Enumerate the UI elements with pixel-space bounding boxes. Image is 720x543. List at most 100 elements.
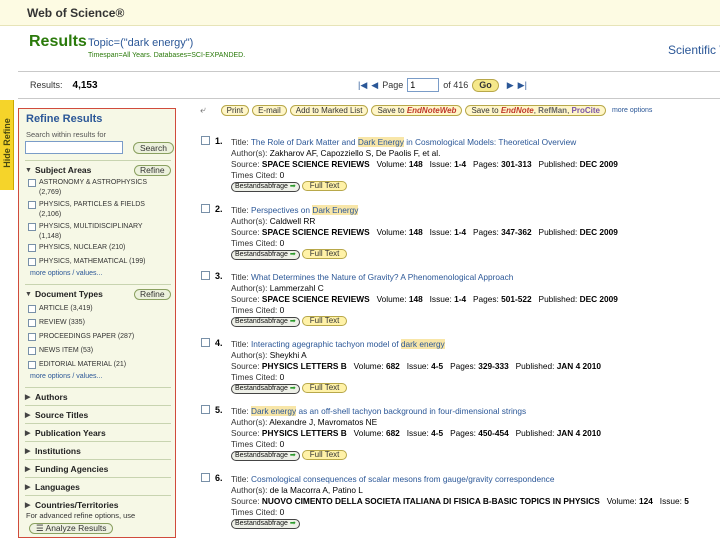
- record-checkbox[interactable]: [201, 473, 210, 482]
- record-title-line: Title: Cosmological consequences of scal…: [231, 474, 555, 484]
- record-actions: Bestandsabfrage ➡ Full Text: [231, 449, 348, 461]
- record-times-cited: Times Cited: 0: [231, 170, 285, 180]
- bestandsabfrage-button[interactable]: Bestandsabfrage ➡: [231, 317, 300, 327]
- authors-header[interactable]: ▶ Authors: [25, 391, 68, 403]
- doctype-checkbox[interactable]: [28, 319, 36, 327]
- document-types-header[interactable]: ▼ Document Types: [25, 288, 103, 300]
- select-arrow-icon: ⤶: [200, 105, 206, 116]
- record-6: 6. Title: Cosmological consequences of s…: [200, 472, 720, 532]
- more-options-link[interactable]: more options / values...: [30, 373, 102, 380]
- refine-doctype-button[interactable]: Refine: [134, 289, 171, 300]
- record-authors: Author(s): Alexandre J, Mavromatos NE: [231, 417, 378, 427]
- record-title-link[interactable]: What Determines the Nature of Gravity? A…: [251, 272, 513, 282]
- brand-logo: Scientific W: [668, 43, 720, 57]
- analyze-results-button[interactable]: ☰ Analyze Results: [29, 523, 114, 534]
- print-button[interactable]: Print: [220, 105, 250, 116]
- record-checkbox[interactable]: [201, 136, 210, 145]
- record-authors: Author(s): Lammerzahl C: [231, 283, 324, 293]
- record-number: 4.: [215, 338, 223, 348]
- record-title-link[interactable]: Perspectives on Dark Energy: [251, 205, 359, 215]
- add-to-marked-list-button[interactable]: Add to Marked List: [289, 105, 369, 116]
- bestandsabfrage-button[interactable]: Bestandsabfrage ➡: [231, 250, 300, 260]
- doctype-checkbox[interactable]: [28, 333, 36, 341]
- search-within-input[interactable]: [25, 141, 123, 154]
- record-title-link[interactable]: The Role of Dark Matter and Dark Energy …: [251, 137, 576, 147]
- record-number: 2.: [215, 204, 223, 214]
- divider: [25, 459, 171, 460]
- results-label: Results:: [30, 80, 63, 90]
- divider: [25, 284, 171, 285]
- expand-arrow-icon: ▶: [25, 448, 31, 455]
- search-topic: Topic=("dark energy"): [88, 37, 194, 49]
- record-title-link[interactable]: Cosmological consequences of scalar meso…: [251, 474, 554, 484]
- more-options-link[interactable]: more options: [612, 107, 652, 114]
- advanced-refine-note: For advanced refine options, use: [26, 511, 136, 520]
- divider: [25, 160, 171, 161]
- analyze-icon: ☰: [36, 523, 44, 533]
- search-button[interactable]: Search: [133, 142, 174, 154]
- doctype-checkbox[interactable]: [28, 347, 36, 355]
- bestandsabfrage-button[interactable]: Bestandsabfrage ➡: [231, 451, 300, 461]
- prev-page-icon[interactable]: ◀: [371, 80, 378, 91]
- full-text-button[interactable]: Full Text: [301, 383, 348, 393]
- doctype-option: PROCEEDINGS PAPER (287): [39, 333, 135, 340]
- bestandsabfrage-button[interactable]: Bestandsabfrage ➡: [231, 384, 300, 394]
- app-brand[interactable]: Web of Science®: [27, 6, 124, 20]
- record-number: 5.: [215, 405, 223, 415]
- hide-refine-tab[interactable]: Hide Refine: [0, 100, 14, 190]
- subject-option: PHYSICS, MATHEMATICAL (199): [39, 258, 146, 265]
- source-titles-header[interactable]: ▶ Source Titles: [25, 409, 88, 421]
- subject-checkbox[interactable]: [28, 244, 36, 252]
- record-authors: Author(s): Sheykhi A: [231, 350, 307, 360]
- publication-years-header[interactable]: ▶ Publication Years: [25, 427, 106, 439]
- next-page-icon[interactable]: ▶: [507, 80, 514, 91]
- divider: [25, 405, 171, 406]
- record-checkbox[interactable]: [201, 405, 210, 414]
- record-times-cited: Times Cited: 0: [231, 238, 285, 248]
- subject-areas-label: Subject Areas: [35, 165, 92, 175]
- funding-agencies-header[interactable]: ▶ Funding Agencies: [25, 463, 108, 475]
- full-text-button[interactable]: Full Text: [301, 249, 348, 259]
- subject-checkbox[interactable]: [28, 201, 36, 209]
- record-source: Source: SPACE SCIENCE REVIEWS Volume: 14…: [231, 227, 618, 237]
- more-options-link[interactable]: more options / values...: [30, 270, 102, 277]
- full-text-button[interactable]: Full Text: [301, 450, 348, 460]
- record-authors: Author(s): Caldwell RR: [231, 216, 316, 226]
- last-page-icon[interactable]: ▶|: [518, 80, 527, 91]
- divider: [18, 98, 720, 99]
- save-endnote-refman-procite-button[interactable]: Save to EndNote, RefMan, ProCite: [465, 105, 606, 116]
- record-source: Source: PHYSICS LETTERS B Volume: 682 Is…: [231, 361, 601, 371]
- countries-header[interactable]: ▶ Countries/Territories: [25, 499, 118, 511]
- page-total: of 416: [443, 80, 469, 90]
- record-checkbox[interactable]: [201, 338, 210, 347]
- subject-areas-header[interactable]: ▼ Subject Areas: [25, 164, 91, 176]
- doctype-checkbox[interactable]: [28, 361, 36, 369]
- refine-subject-button[interactable]: Refine: [134, 165, 171, 176]
- full-text-button[interactable]: Full Text: [301, 181, 348, 191]
- subject-option: PHYSICS, MULTIDISCIPLINARY (1,148): [39, 223, 143, 240]
- email-button[interactable]: E-mail: [252, 105, 287, 116]
- subject-checkbox[interactable]: [28, 258, 36, 266]
- bestandsabfrage-button[interactable]: Bestandsabfrage ➡: [231, 182, 300, 192]
- record-checkbox[interactable]: [201, 271, 210, 280]
- record-actions: Bestandsabfrage ➡ Full Text: [231, 382, 348, 394]
- expand-arrow-icon: ▶: [25, 412, 31, 419]
- bestandsabfrage-button[interactable]: Bestandsabfrage ➡: [231, 519, 300, 529]
- divider: [25, 477, 171, 478]
- languages-header[interactable]: ▶ Languages: [25, 481, 80, 493]
- subject-checkbox[interactable]: [28, 179, 36, 187]
- record-title-link[interactable]: Interacting agegraphic tachyon model of …: [251, 339, 445, 349]
- record-checkbox[interactable]: [201, 204, 210, 213]
- first-page-icon[interactable]: |◀: [358, 80, 367, 91]
- full-text-button[interactable]: Full Text: [301, 316, 348, 326]
- subject-checkbox[interactable]: [28, 223, 36, 231]
- record-source: Source: NUOVO CIMENTO DELLA SOCIETA ITAL…: [231, 496, 689, 506]
- go-button[interactable]: Go: [472, 78, 499, 92]
- doctype-checkbox[interactable]: [28, 305, 36, 313]
- record-title-link[interactable]: Dark energy as an off-shell tachyon back…: [250, 406, 526, 416]
- record-times-cited: Times Cited: 0: [231, 372, 285, 382]
- record-actions: Bestandsabfrage ➡ Full Text: [231, 315, 348, 327]
- page-number-input[interactable]: [407, 78, 440, 92]
- save-endnote-web-button[interactable]: Save to EndNoteWeb: [371, 105, 463, 116]
- institutions-header[interactable]: ▶ Institutions: [25, 445, 81, 457]
